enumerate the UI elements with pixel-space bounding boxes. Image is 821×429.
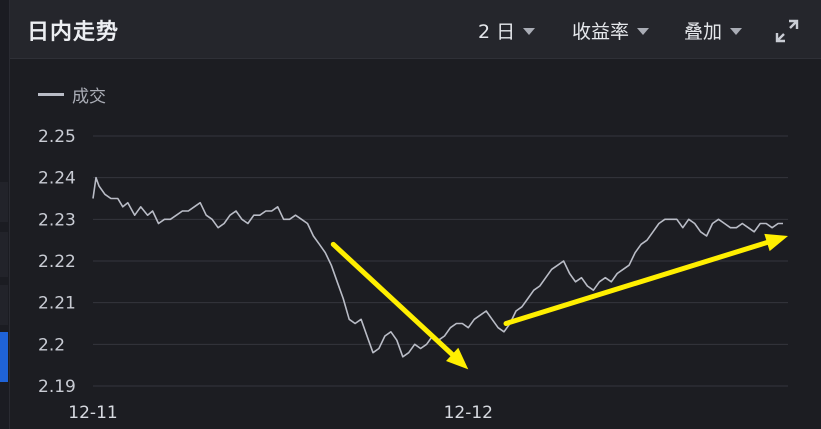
y-tick-label: 2.2 xyxy=(38,335,65,355)
left-edge-tab-active[interactable] xyxy=(0,332,8,382)
left-edge-tab xyxy=(0,285,8,325)
price-chart: 2.25 2.24 2.23 2.22 2.21 2.2 2.19 12-11 12-12 xyxy=(38,127,788,423)
y-tick-label: 2.25 xyxy=(38,127,76,147)
left-edge-tab xyxy=(0,182,8,222)
annotation-arrow-head xyxy=(764,233,788,252)
y-tick-label: 2.21 xyxy=(38,294,76,314)
y-tick-label: 2.19 xyxy=(38,377,76,397)
x-tick-label: 12-11 xyxy=(68,403,117,423)
y-tick-label: 2.23 xyxy=(38,210,76,230)
y-tick-label: 2.22 xyxy=(38,252,76,272)
left-edge-tab xyxy=(0,232,8,277)
intraday-panel: 日内走势 2 日 收益率 叠加 成交 2.25 2.24 2.23 2.22 2.21 2… xyxy=(10,0,821,429)
x-tick-label: 12-12 xyxy=(444,403,493,423)
left-edge-panel xyxy=(0,0,10,429)
annotation-arrow-shaft xyxy=(503,240,770,326)
y-tick-label: 2.24 xyxy=(38,169,76,189)
